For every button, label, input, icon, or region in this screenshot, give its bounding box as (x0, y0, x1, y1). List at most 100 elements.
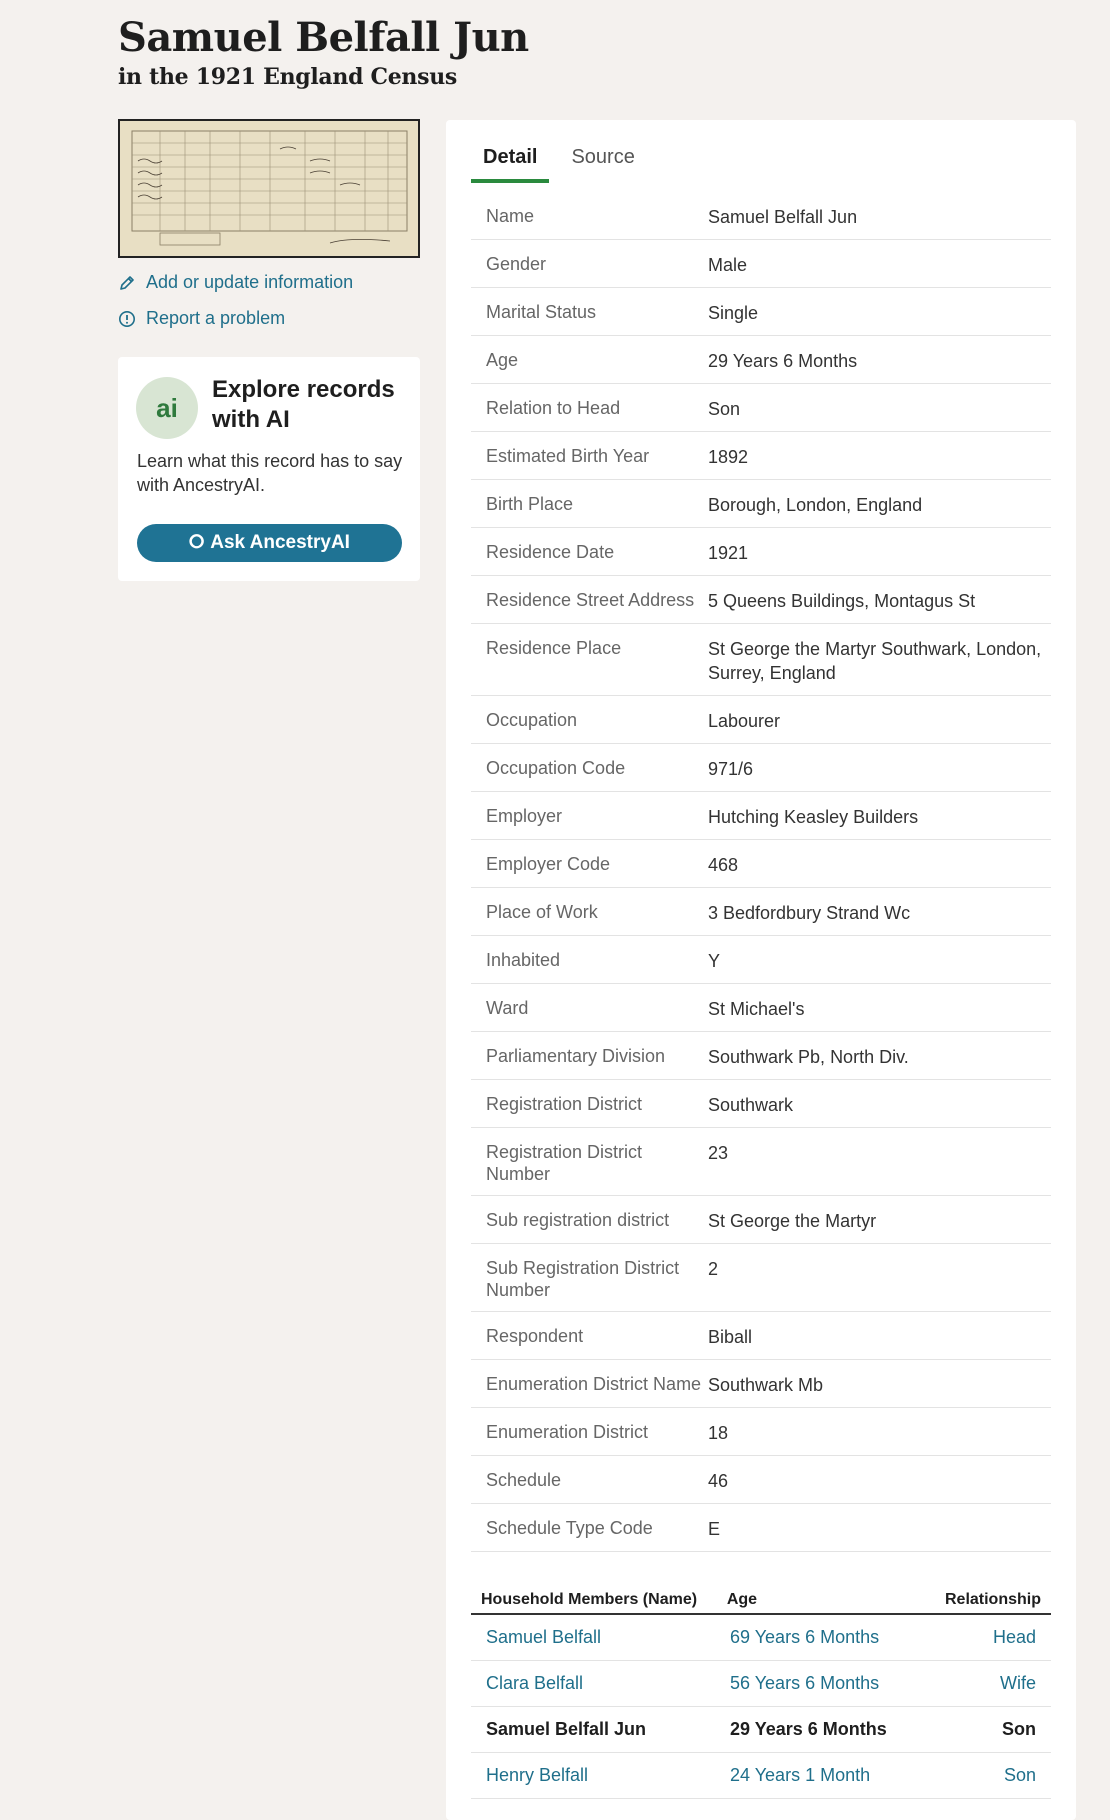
household-member-relationship[interactable]: Son (951, 1765, 1051, 1786)
census-record-thumbnail[interactable] (118, 119, 420, 258)
detail-label: Name (486, 206, 535, 226)
page-subtitle: in the 1921 England Census (118, 64, 457, 90)
detail-row: Residence Street Address 5 Queens Buildin… (471, 576, 1051, 624)
ai-sparkle-icon: ⭘ (189, 532, 205, 553)
detail-row: Registration District Southwark (471, 1080, 1051, 1128)
detail-label: Occupation Code (486, 758, 626, 778)
household-member-row: Samuel Belfall Jun 29 Years 6 Months Son (471, 1707, 1051, 1753)
detail-value: 46 (708, 1471, 729, 1491)
detail-row: Estimated Birth Year 1892 (471, 432, 1051, 480)
detail-label: Sub Registration District Number (486, 1258, 680, 1300)
detail-value: Son (708, 399, 741, 419)
household-member-row[interactable]: Henry Belfall 24 Years 1 Month Son (471, 1753, 1051, 1799)
detail-label: Registration District (486, 1094, 643, 1114)
explore-ai-card: ai Explore records with AI Learn what th… (118, 357, 420, 581)
detail-value: Southwark Pb, North Div. (708, 1047, 909, 1067)
detail-label: Residence Date (486, 542, 615, 562)
report-problem-label: Report a problem (146, 308, 286, 328)
detail-value: Male (708, 255, 748, 275)
detail-value: St Michael's (708, 999, 805, 1019)
detail-value: Labourer (708, 711, 781, 731)
detail-label: Occupation (486, 710, 578, 730)
detail-label: Gender (486, 254, 547, 274)
detail-value: 23 (708, 1143, 729, 1163)
detail-row: Schedule 46 (471, 1456, 1051, 1504)
detail-label: Respondent (486, 1326, 584, 1346)
detail-row: Ward St Michael's (471, 984, 1051, 1032)
household-member-name: Samuel Belfall Jun (486, 1719, 647, 1739)
detail-value: Y (708, 951, 721, 971)
household-member-name[interactable]: Clara Belfall (471, 1673, 730, 1694)
detail-value: Borough, London, England (708, 495, 923, 515)
detail-label: Schedule Type Code (486, 1518, 653, 1538)
detail-value: Single (708, 303, 759, 323)
add-update-info-link[interactable]: Add or update information (118, 272, 353, 293)
detail-row: Respondent Biball (471, 1312, 1051, 1360)
detail-value: 2 (708, 1259, 719, 1279)
detail-value: St George the Martyr (708, 1211, 877, 1231)
household-name-header: Household Members (Name) (481, 1591, 698, 1608)
record-tabs: Detail Source (471, 146, 657, 183)
detail-row: Parliamentary Division Southwark Pb, Nort… (471, 1032, 1051, 1080)
detail-label: Parliamentary Division (486, 1046, 666, 1066)
detail-row: Inhabited Y (471, 936, 1051, 984)
tab-detail[interactable]: Detail (471, 146, 550, 183)
detail-value: St George the Martyr Southwark, London, … (708, 639, 1042, 683)
detail-value: 29 Years 6 Months (708, 351, 858, 371)
household-member-age[interactable]: 56 Years 6 Months (730, 1673, 951, 1694)
ai-logo-icon: ai (136, 377, 198, 439)
detail-label: Sub registration district (486, 1210, 670, 1230)
record-detail-panel: Detail Source Name Samuel Belfall Jun Gend… (446, 120, 1076, 1820)
tab-source[interactable]: Source (559, 146, 646, 183)
detail-label: Registration District Number (486, 1142, 643, 1184)
pencil-icon (120, 275, 134, 290)
ai-card-title: Explore records with AI (212, 376, 395, 433)
detail-row: Birth Place Borough, London, England (471, 480, 1051, 528)
detail-value: Samuel Belfall Jun (708, 207, 858, 227)
household-member-age[interactable]: 24 Years 1 Month (730, 1765, 951, 1786)
detail-row: Registration District Number 23 (471, 1128, 1051, 1196)
report-problem-link[interactable]: Report a problem (118, 308, 285, 329)
detail-label: Employer Code (486, 854, 611, 874)
detail-label: Place of Work (486, 902, 598, 922)
detail-value: 5 Queens Buildings, Montagus St (708, 591, 976, 611)
detail-label: Birth Place (486, 494, 574, 514)
detail-label: Relation to Head (486, 398, 621, 418)
detail-label: Age (486, 350, 519, 370)
household-member-row[interactable]: Clara Belfall 56 Years 6 Months Wife (471, 1661, 1051, 1707)
detail-row: Age 29 Years 6 Months (471, 336, 1051, 384)
detail-row: Employer Hutching Keasley Builders (471, 792, 1051, 840)
page-edge (1100, 0, 1110, 1815)
ask-ancestryai-label: Ask AncestryAI (210, 532, 350, 553)
household-member-row[interactable]: Samuel Belfall 69 Years 6 Months Head (471, 1615, 1051, 1661)
household-member-age: 29 Years 6 Months (730, 1719, 887, 1739)
detail-value: Biball (708, 1327, 753, 1347)
household-member-relationship[interactable]: Wife (951, 1673, 1051, 1694)
detail-row: Employer Code 468 (471, 840, 1051, 888)
ask-ancestryai-button[interactable]: ⭘ Ask AncestryAI (137, 524, 402, 562)
detail-row: Occupation Labourer (471, 696, 1051, 744)
detail-label: Schedule (486, 1470, 562, 1490)
detail-value: Hutching Keasley Builders (708, 807, 919, 827)
household-member-relationship[interactable]: Head (951, 1627, 1051, 1648)
detail-value: Southwark Mb (708, 1375, 824, 1395)
detail-row: Enumeration District 18 (471, 1408, 1051, 1456)
detail-row: Marital Status Single (471, 288, 1051, 336)
household-member-name[interactable]: Henry Belfall (471, 1765, 730, 1786)
detail-value: 3 Bedfordbury Strand Wc (708, 903, 911, 923)
detail-row: Sub registration district St George the M… (471, 1196, 1051, 1244)
detail-value: 1892 (708, 447, 749, 467)
detail-value: 1921 (708, 543, 749, 563)
detail-label: Employer (486, 806, 563, 826)
detail-row: Name Samuel Belfall Jun (471, 192, 1051, 240)
detail-value: E (708, 1519, 721, 1539)
detail-label: Marital Status (486, 302, 597, 322)
alert-circle-icon (119, 310, 135, 327)
detail-label: Inhabited (486, 950, 561, 970)
household-member-relationship: Son (1002, 1719, 1036, 1739)
household-member-age[interactable]: 69 Years 6 Months (730, 1627, 951, 1648)
household-member-name[interactable]: Samuel Belfall (471, 1627, 730, 1648)
detail-row: Sub Registration District Number 2 (471, 1244, 1051, 1312)
page-title: Samuel Belfall Jun (118, 14, 529, 61)
detail-label: Enumeration District Name (486, 1374, 702, 1394)
